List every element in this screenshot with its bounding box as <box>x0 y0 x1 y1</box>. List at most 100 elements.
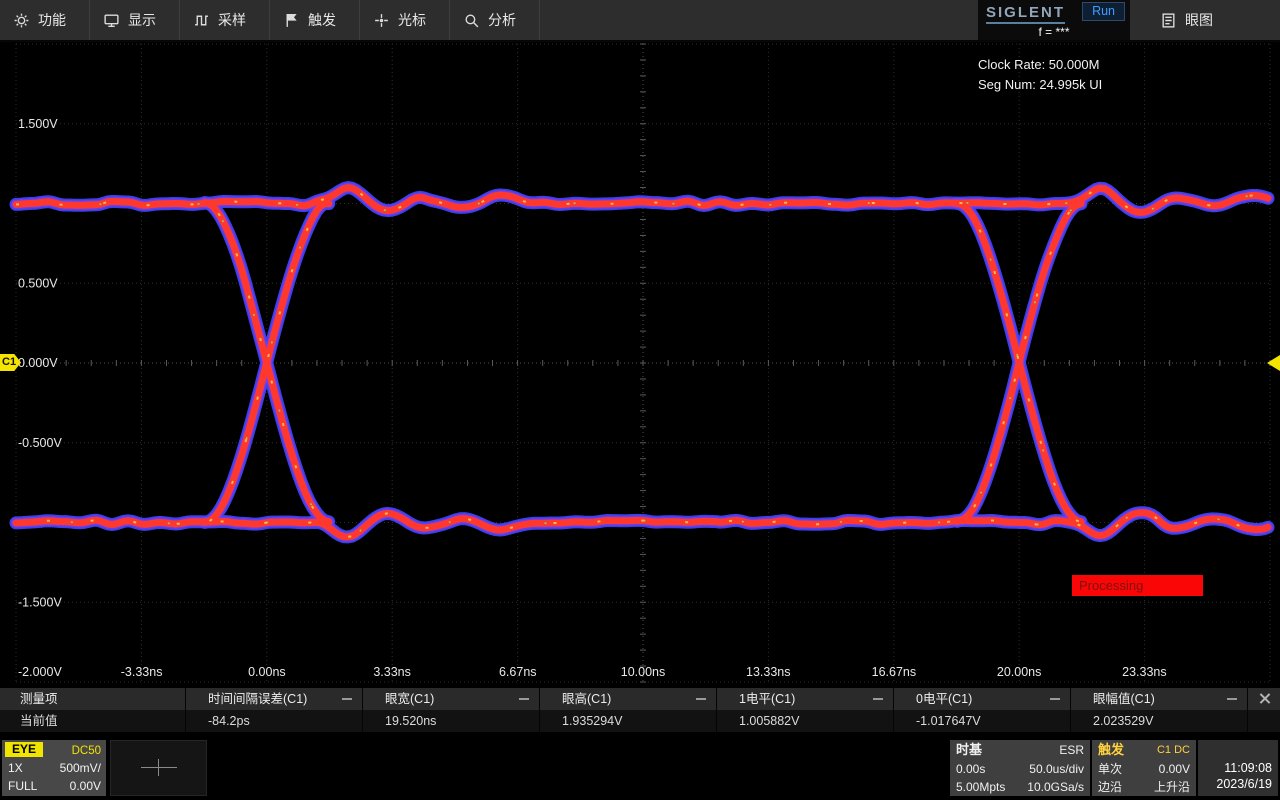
eye-channel-badge: EYE <box>5 742 43 757</box>
trigger-slope: 上升沿 <box>1154 778 1190 796</box>
measurement-header-cell: 时间间隔误差(C1) <box>186 688 363 710</box>
cursor-icon <box>373 12 390 29</box>
current-date: 2023/6/19 <box>1198 776 1272 792</box>
close-measurements-button[interactable] <box>1248 688 1280 710</box>
svg-text:0.000V: 0.000V <box>18 356 58 370</box>
menu-item-label: 功能 <box>38 10 66 30</box>
menu-item-label: 光标 <box>398 10 426 30</box>
measurement-header-label: 眼幅值(C1) <box>1093 692 1155 706</box>
svg-text:-3.33ns: -3.33ns <box>121 665 163 679</box>
current-time: 11:09:08 <box>1198 760 1272 776</box>
trigger-title: 触发 <box>1098 740 1124 760</box>
measurement-header-cell: 眼高(C1) <box>540 688 717 710</box>
measurement-header-cell: 1电平(C1) <box>717 688 894 710</box>
menu-item-trigger[interactable]: 触发 <box>270 0 360 40</box>
menu-item-sampling[interactable]: 采样 <box>180 0 270 40</box>
menu-item-function[interactable]: 功能 <box>0 0 90 40</box>
coupling-label: DC50 <box>72 742 101 760</box>
seg-num-readout: Seg Num: 24.995k UI <box>978 75 1102 95</box>
measurement-header-cell: 测量项 <box>0 688 186 710</box>
svg-text:-2.000V: -2.000V <box>18 665 62 679</box>
probe-attenuation-label: 1X <box>8 759 23 777</box>
measurement-header-cell: 眼宽(C1) <box>363 688 540 710</box>
measurement-header-cell: 0电平(C1) <box>894 688 1071 710</box>
collapse-dash-icon[interactable] <box>1050 698 1060 700</box>
measurement-value-cell: 1.005882V <box>717 710 894 732</box>
menu-item-label: 触发 <box>308 10 336 30</box>
measurement-value-cell: -84.2ps <box>186 710 363 732</box>
svg-text:0.00ns: 0.00ns <box>248 665 286 679</box>
svg-text:-0.500V: -0.500V <box>18 436 62 450</box>
svg-text:1.500V: 1.500V <box>18 117 58 131</box>
collapse-dash-icon[interactable] <box>519 698 529 700</box>
measurement-value: 1.935294V <box>562 714 622 728</box>
measurement-value-cell: -1.017647V <box>894 710 1071 732</box>
close-icon <box>1258 692 1271 705</box>
measurement-value: 当前值 <box>20 714 58 728</box>
menu-item-label: 眼图 <box>1185 10 1213 30</box>
menu-item-label: 采样 <box>218 10 246 30</box>
svg-text:6.67ns: 6.67ns <box>499 665 537 679</box>
measurement-value: 2.023529V <box>1093 714 1153 728</box>
timebase-delay: 0.00s <box>956 760 985 778</box>
vertical-offset-label: 0.00V <box>70 777 101 795</box>
timebase-title: 时基 <box>956 740 982 760</box>
collapse-dash-icon[interactable] <box>342 698 352 700</box>
measurement-value-cell: 1.935294V <box>540 710 717 732</box>
run-status-button[interactable]: Run <box>1082 2 1125 21</box>
gear-icon <box>13 12 30 29</box>
collapse-dash-icon[interactable] <box>873 698 883 700</box>
trigger-frequency-readout: f = *** <box>978 25 1130 39</box>
channel-descriptor-eye[interactable]: EYE DC50 1X 500mV/ FULL 0.00V <box>2 740 106 796</box>
trigger-type: 边沿 <box>1098 778 1122 796</box>
measurement-value-row: 当前值 -84.2ps 19.520ns 1.935294V 1.005882V… <box>0 710 1280 732</box>
measurement-value-cell: 当前值 <box>0 710 186 732</box>
processing-badge: Processing <box>1072 575 1203 596</box>
collapse-dash-icon[interactable] <box>1227 698 1237 700</box>
trigger-flag-icon <box>283 12 300 29</box>
svg-text:10.00ns: 10.00ns <box>621 665 665 679</box>
menu-item-cursor[interactable]: 光标 <box>360 0 450 40</box>
trigger-level-marker[interactable] <box>1267 355 1280 371</box>
plus-icon <box>141 767 177 768</box>
analysis-icon <box>463 12 480 29</box>
measurement-header-label: 测量项 <box>20 692 58 706</box>
measurement-value: 19.520ns <box>385 714 436 728</box>
waveform-slot-placeholder[interactable] <box>110 740 207 796</box>
measurement-value: 1.005882V <box>739 714 799 728</box>
svg-text:-1.500V: -1.500V <box>18 595 62 609</box>
vertical-scale-label: 500mV/ <box>60 759 101 777</box>
trigger-panel[interactable]: 触发 C1 DC 单次 0.00V 边沿 上升沿 <box>1092 740 1196 796</box>
measurement-value: -84.2ps <box>208 714 250 728</box>
svg-text:3.33ns: 3.33ns <box>373 665 411 679</box>
measurement-header-label: 1电平(C1) <box>739 692 795 706</box>
siglent-logo: SIGLENT <box>986 4 1065 24</box>
memory-depth: 5.00Mpts <box>956 778 1005 796</box>
measurement-header-label: 时间间隔误差(C1) <box>208 692 307 706</box>
eye-diagram-icon <box>1160 12 1177 29</box>
top-menu-bar: 功能 显示 采样 触发 光标 分析 SIGLENT Run f = *** <box>0 0 1280 42</box>
datetime-panel: 11:09:08 2023/6/19 <box>1198 740 1278 796</box>
menu-item-display[interactable]: 显示 <box>90 0 180 40</box>
svg-text:16.67ns: 16.67ns <box>872 665 916 679</box>
collapse-dash-icon[interactable] <box>696 698 706 700</box>
timebase-mode-label: ESR <box>1059 740 1084 760</box>
timebase-panel[interactable]: 时基 ESR 0.00s 50.0us/div 5.00Mpts 10.0GSa… <box>950 740 1090 796</box>
brand-panel: SIGLENT Run f = *** <box>978 0 1130 40</box>
measurement-header-label: 0电平(C1) <box>916 692 972 706</box>
menu-item-eye-diagram[interactable]: 眼图 <box>1147 0 1257 40</box>
measurement-header-label: 眼宽(C1) <box>385 692 434 706</box>
trigger-sweep-mode: 单次 <box>1098 760 1122 778</box>
measurement-header-label: 眼高(C1) <box>562 692 611 706</box>
display-icon <box>103 12 120 29</box>
trigger-level: 0.00V <box>1159 760 1190 778</box>
svg-text:0.500V: 0.500V <box>18 276 58 290</box>
svg-text:20.00ns: 20.00ns <box>997 665 1041 679</box>
status-bar: EYE DC50 1X 500mV/ FULL 0.00V 时基 ESR 0.0… <box>0 732 1280 800</box>
measurement-value: -1.017647V <box>916 714 981 728</box>
measurement-header-cell: 眼幅值(C1) <box>1071 688 1248 710</box>
acquisition-annotations: Clock Rate: 50.000M Seg Num: 24.995k UI <box>978 55 1102 95</box>
plus-icon <box>158 759 159 776</box>
trigger-source-label: C1 DC <box>1157 740 1190 760</box>
menu-item-analysis[interactable]: 分析 <box>450 0 540 40</box>
